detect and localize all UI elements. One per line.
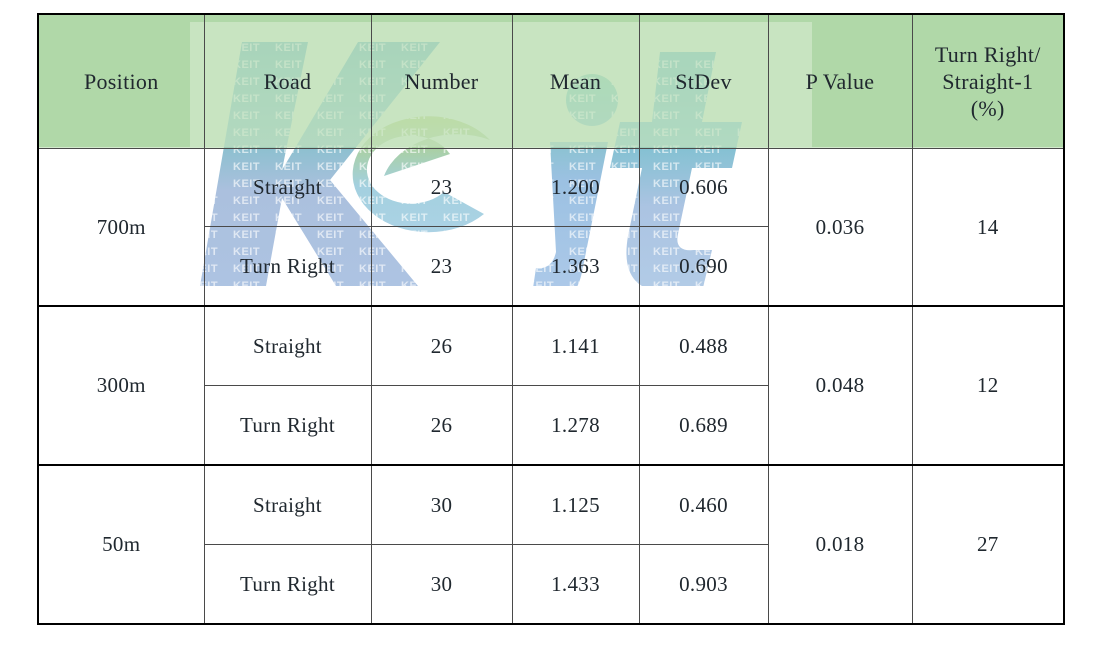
cell-road: Turn Right <box>203 226 372 307</box>
ratio-header-line-1: Turn Right/ <box>934 41 1041 67</box>
table-row: 50m Straight 30 1.125 0.460 0.018 27 <box>37 464 1065 625</box>
ratio-header-line-3: (%) <box>970 96 1005 122</box>
statistics-table-container: Position Road Number Mean StDev P Value … <box>37 13 1065 625</box>
table-row: 700m Straight 23 1.200 0.606 0.036 14 <box>37 148 1065 307</box>
cell-stdev: 0.689 <box>638 385 769 466</box>
cell-road: Turn Right <box>203 385 372 466</box>
cell-number: 30 <box>370 464 513 545</box>
cell-stdev: 0.488 <box>638 305 769 386</box>
cell-position: 300m <box>37 305 205 466</box>
ratio-header-line-2: Straight-1 <box>942 68 1034 94</box>
figure-canvas: KEIT <box>0 0 1099 672</box>
cell-mean: 1.278 <box>511 385 640 466</box>
cell-number: 23 <box>370 226 513 307</box>
table-header-row: Position Road Number Mean StDev P Value … <box>37 13 1065 149</box>
column-header-stdev: StDev <box>638 13 769 149</box>
cell-number: 26 <box>370 305 513 386</box>
cell-road: Straight <box>203 464 372 545</box>
cell-mean: 1.433 <box>511 544 640 625</box>
cell-road: Straight <box>203 148 372 227</box>
cell-ratio: 27 <box>911 464 1065 625</box>
cell-p-value: 0.018 <box>767 464 913 625</box>
cell-position: 50m <box>37 464 205 625</box>
cell-number: 26 <box>370 385 513 466</box>
cell-p-value: 0.036 <box>767 148 913 307</box>
cell-mean: 1.141 <box>511 305 640 386</box>
table-row: 300m Straight 26 1.141 0.488 0.048 12 <box>37 305 1065 466</box>
column-header-position: Position <box>37 13 205 149</box>
column-header-road: Road <box>203 13 372 149</box>
column-header-number: Number <box>370 13 513 149</box>
cell-position: 700m <box>37 148 205 307</box>
cell-ratio: 14 <box>911 148 1065 307</box>
cell-mean: 1.200 <box>511 148 640 227</box>
column-header-ratio: Turn Right/ Straight-1 (%) <box>911 13 1065 149</box>
cell-stdev: 0.903 <box>638 544 769 625</box>
cell-road: Straight <box>203 305 372 386</box>
cell-stdev: 0.606 <box>638 148 769 227</box>
cell-number: 30 <box>370 544 513 625</box>
column-header-mean: Mean <box>511 13 640 149</box>
cell-mean: 1.363 <box>511 226 640 307</box>
cell-road: Turn Right <box>203 544 372 625</box>
cell-mean: 1.125 <box>511 464 640 545</box>
statistics-table: Position Road Number Mean StDev P Value … <box>37 13 1065 625</box>
column-header-p-value: P Value <box>767 13 913 149</box>
cell-stdev: 0.690 <box>638 226 769 307</box>
cell-p-value: 0.048 <box>767 305 913 466</box>
cell-stdev: 0.460 <box>638 464 769 545</box>
cell-number: 23 <box>370 148 513 227</box>
cell-ratio: 12 <box>911 305 1065 466</box>
